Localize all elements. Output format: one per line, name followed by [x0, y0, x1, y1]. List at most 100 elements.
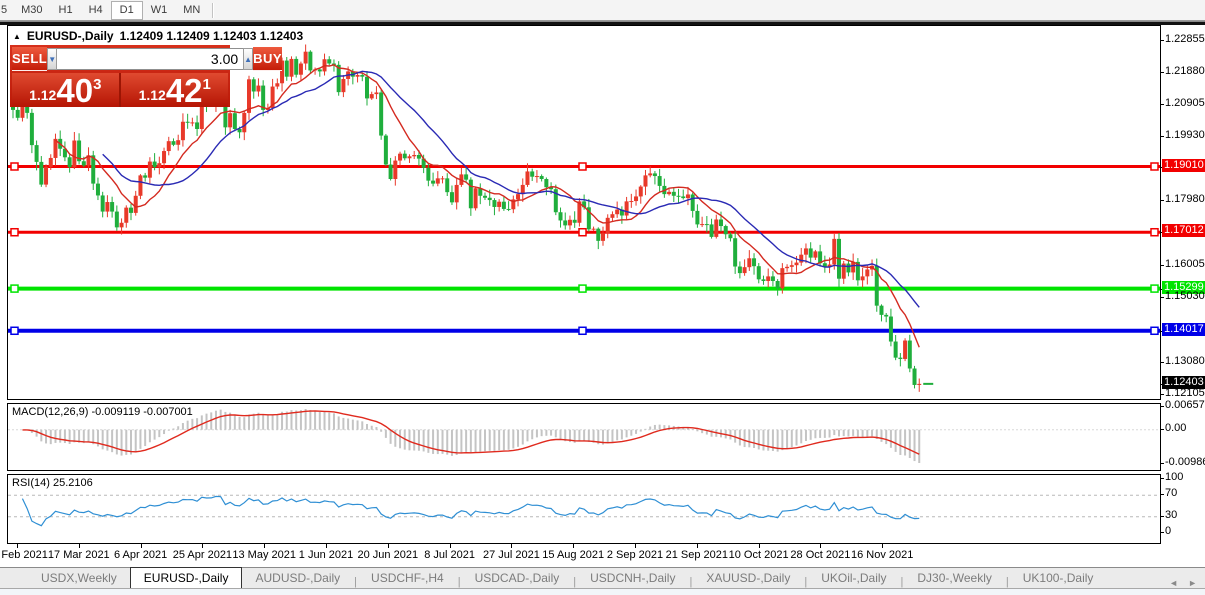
- date-tick: [635, 544, 636, 548]
- timeframe-button-w1[interactable]: W1: [143, 1, 176, 20]
- rsi-axis-label: 70: [1165, 487, 1177, 499]
- buy-price-display[interactable]: 1.12421: [121, 73, 228, 107]
- chart-tab-ukoil-daily[interactable]: UKOil-,Daily: [808, 568, 899, 588]
- horizontal-line-1.19010[interactable]: [8, 163, 1160, 170]
- chart-tab-bar: USDX,WeeklyEURUSD-,DailyAUDUSD-,Daily|US…: [0, 567, 1205, 588]
- date-label: 26 Feb 2021: [0, 549, 48, 561]
- chart-tab-usdx-weekly[interactable]: USDX,Weekly: [28, 568, 130, 588]
- timeframe-toolbar: 5M30H1H4D1W1MN: [0, 0, 1205, 21]
- rsi-line: [22, 496, 919, 525]
- price-axis-label: 1.13080: [1165, 355, 1205, 367]
- line-handle[interactable]: [579, 163, 586, 170]
- chart-ohlc-quotes: 1.12409 1.12409 1.12403 1.12403: [120, 29, 304, 43]
- date-tick: [264, 544, 265, 548]
- chart-tab-dj30-weekly[interactable]: DJ30-,Weekly: [904, 568, 1004, 588]
- chart-tab-usdchf-h4[interactable]: USDCHF-,H4: [358, 568, 457, 588]
- date-label: 1 Jun 2021: [299, 549, 353, 561]
- date-tick: [141, 544, 142, 548]
- date-label: 10 Oct 2021: [729, 549, 789, 561]
- chart-tab-audusd-daily[interactable]: AUDUSD-,Daily: [242, 568, 353, 588]
- volume-increase-button[interactable]: ▲: [243, 48, 253, 70]
- date-label: 15 Aug 2021: [542, 549, 604, 561]
- tabs-scroll-left-icon[interactable]: ◄: [1169, 578, 1178, 588]
- date-tick: [511, 544, 512, 548]
- line-handle[interactable]: [1151, 163, 1158, 170]
- chart-tab-xauusd-daily[interactable]: XAUUSD-,Daily: [693, 568, 803, 588]
- price-badge-1.17012: 1.17012: [1162, 224, 1205, 237]
- horizontal-lines-layer: [8, 163, 1160, 334]
- timeframe-button-h1[interactable]: H1: [51, 1, 81, 20]
- price-axis-label: 1.15030: [1165, 290, 1205, 302]
- horizontal-line-1.14017[interactable]: [8, 327, 1160, 334]
- line-handle[interactable]: [1151, 285, 1158, 292]
- rsi-axis-label: 100: [1165, 471, 1183, 483]
- price-axis-tick: [1161, 136, 1164, 137]
- chart-symbol-period: EURUSD-,Daily: [27, 29, 114, 43]
- date-label: 13 May 2021: [232, 549, 296, 561]
- rsi-label: RSI(14) 25.2106: [12, 477, 93, 489]
- line-handle[interactable]: [11, 163, 18, 170]
- sell-price-display[interactable]: 1.12403: [12, 73, 119, 107]
- timeframe-button-mn[interactable]: MN: [175, 1, 208, 20]
- line-handle[interactable]: [1151, 229, 1158, 236]
- line-handle[interactable]: [579, 229, 586, 236]
- rsi-chart: [8, 475, 1160, 543]
- date-tick: [388, 544, 389, 548]
- volume-decrease-button[interactable]: ▼: [47, 48, 57, 70]
- volume-input[interactable]: [57, 48, 243, 70]
- price-axis-tick: [1161, 200, 1164, 201]
- chart-tab-usdcad-daily[interactable]: USDCAD-,Daily: [462, 568, 573, 588]
- date-label: 25 Apr 2021: [173, 549, 232, 561]
- sell-button[interactable]: SELL: [12, 47, 47, 71]
- date-tick: [202, 544, 203, 548]
- macd-indicator-pane[interactable]: MACD(12,26,9) -0.009119 -0.007001: [7, 403, 1161, 471]
- date-tick: [697, 544, 698, 548]
- date-label: 8 Jul 2021: [424, 549, 475, 561]
- timeframe-button-h4[interactable]: H4: [81, 1, 111, 20]
- toolbar-separator: [212, 3, 214, 18]
- date-label: 21 Sep 2021: [666, 549, 728, 561]
- price-axis-label: 1.20905: [1165, 97, 1205, 109]
- rsi-axis-tick: [1161, 516, 1164, 517]
- line-handle[interactable]: [11, 285, 18, 292]
- buy-button[interactable]: BUY: [253, 47, 282, 71]
- timeframe-button-m30[interactable]: M30: [13, 1, 50, 20]
- date-label: 28 Oct 2021: [790, 549, 850, 561]
- macd-axis-tick: [1161, 406, 1164, 407]
- date-label: 6 Apr 2021: [114, 549, 167, 561]
- buy-price-point: 1: [203, 76, 211, 93]
- line-handle[interactable]: [11, 229, 18, 236]
- line-handle[interactable]: [579, 327, 586, 334]
- line-handle[interactable]: [1151, 327, 1158, 334]
- date-axis[interactable]: 26 Feb 202117 Mar 20216 Apr 202125 Apr 2…: [7, 544, 1161, 567]
- price-badge-1.19010: 1.19010: [1162, 159, 1205, 172]
- tabs-scroll-right-icon[interactable]: ►: [1188, 578, 1197, 588]
- date-tick: [326, 544, 327, 548]
- price-badge-1.14017: 1.14017: [1162, 323, 1205, 336]
- sell-price-pips: 40: [56, 76, 93, 106]
- rsi-indicator-pane[interactable]: RSI(14) 25.2106: [7, 474, 1161, 544]
- horizontal-line-1.17012[interactable]: [8, 229, 1160, 236]
- chart-title: ▲ EURUSD-,Daily 1.12409 1.12409 1.12403 …: [13, 29, 303, 43]
- date-tick: [759, 544, 760, 548]
- rsi-axis-label: 30: [1165, 509, 1177, 521]
- price-axis[interactable]: 1.228551.218801.209051.199301.190101.179…: [1161, 25, 1205, 566]
- price-axis-tick: [1161, 297, 1164, 298]
- main-chart-pane[interactable]: ▲ EURUSD-,Daily 1.12409 1.12409 1.12403 …: [7, 25, 1161, 400]
- collapse-triangle-icon[interactable]: ▲: [13, 32, 21, 41]
- date-tick: [820, 544, 821, 548]
- chart-tab-uk100-daily[interactable]: UK100-,Daily: [1010, 568, 1107, 588]
- chart-tab-usdcnh-daily[interactable]: USDCNH-,Daily: [577, 568, 688, 588]
- date-tick: [573, 544, 574, 548]
- horizontal-line-1.15299[interactable]: [8, 285, 1160, 292]
- line-handle[interactable]: [579, 285, 586, 292]
- price-axis-tick: [1161, 72, 1164, 73]
- timeframe-button-5[interactable]: 5: [0, 1, 13, 20]
- price-axis-tick: [1161, 265, 1164, 266]
- timeframe-button-d1[interactable]: D1: [111, 1, 143, 20]
- chart-tab-eurusd-daily[interactable]: EURUSD-,Daily: [130, 567, 243, 588]
- rsi-axis-tick: [1161, 478, 1164, 479]
- line-handle[interactable]: [11, 327, 18, 334]
- status-strip: [0, 588, 1205, 595]
- date-label: 27 Jul 2021: [483, 549, 540, 561]
